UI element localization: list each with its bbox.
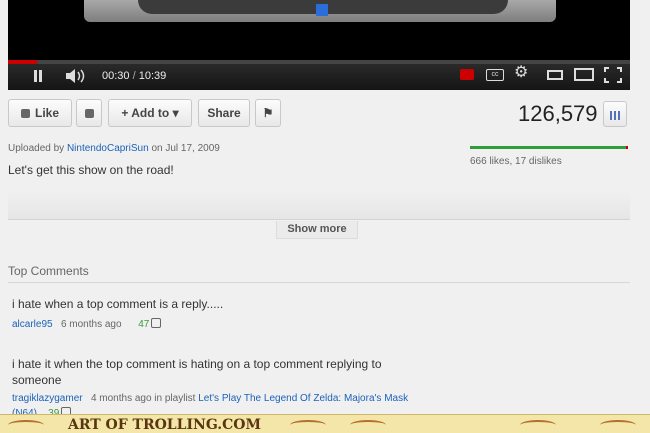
likes-ratio-bar (470, 146, 628, 149)
video-description: Let's get this show on the road! (8, 163, 174, 177)
current-time: 00:30 (102, 70, 130, 82)
ornament-icon (8, 420, 44, 430)
ornament-icon (520, 420, 556, 430)
pause-icon[interactable] (32, 70, 44, 82)
thumbs-up-icon (20, 109, 30, 118)
comment-time: 6 months ago (60, 319, 122, 330)
duration: 10:39 (138, 70, 167, 82)
share-button[interactable]: Share (198, 99, 250, 127)
gear-icon[interactable]: ⚙ (514, 65, 528, 81)
upload-date: Jul 17, 2009 (165, 143, 220, 154)
uploader-link[interactable]: NintendoCapriSun (67, 143, 149, 154)
comment-text: i hate it when the top comment is hating… (12, 357, 382, 387)
flag-button[interactable]: ⚑ (255, 99, 281, 127)
bar-chart-icon (610, 111, 622, 120)
add-to-button[interactable]: + Add to ▾ (108, 99, 192, 127)
player-controls: 00:30 / 10:39 cc ⚙ (8, 60, 630, 90)
volume-icon[interactable] (66, 69, 90, 83)
time-separator: / (132, 70, 136, 82)
comment-meta: alcarle95 6 months ago 47 (12, 318, 162, 330)
cc-icon[interactable]: cc (486, 69, 504, 81)
comment-votes: 47 (138, 319, 150, 330)
view-count: 126,579 (518, 101, 598, 126)
comment-time: 4 months ago in playlist (90, 393, 196, 404)
share-label: Share (207, 106, 241, 120)
progress-fill (8, 60, 38, 64)
ornament-icon (600, 420, 636, 430)
comment-author[interactable]: alcarle95 (12, 319, 53, 330)
video-frame[interactable] (8, 0, 630, 60)
comment-text: i hate when a top comment is a reply....… (12, 297, 224, 311)
dislikes-portion (626, 146, 628, 149)
watermark-footer: ART OF TROLLING.COM (0, 414, 650, 433)
annotations-icon[interactable] (460, 69, 474, 80)
date-prefix: on (151, 143, 163, 154)
comments-divider (8, 282, 630, 283)
like-button[interactable]: Like (8, 99, 72, 127)
watermark-text: ART OF TROLLING.COM (68, 417, 261, 433)
comment-meta: tragiklazygamer 4 months ago in playlist… (12, 393, 408, 404)
comment-author[interactable]: tragiklazygamer (12, 393, 83, 404)
dislike-button[interactable] (76, 99, 102, 127)
video-marker (316, 4, 328, 16)
small-player-icon[interactable] (547, 70, 563, 80)
show-more-button[interactable]: Show more (276, 221, 358, 239)
video-player[interactable]: 00:30 / 10:39 cc ⚙ (0, 0, 650, 90)
like-label: Like (34, 106, 59, 120)
large-player-icon[interactable] (574, 68, 594, 81)
stats-button[interactable] (603, 101, 627, 127)
playlist-link[interactable]: Let's Play The Legend Of Zelda: Majora's… (198, 393, 408, 404)
chevron-down-icon: ▾ (172, 106, 179, 120)
fullscreen-icon[interactable] (604, 67, 622, 83)
upload-prefix: Uploaded by (8, 143, 65, 154)
ornament-icon (290, 420, 326, 430)
thumbs-up-icon[interactable] (151, 318, 162, 328)
progress-bar[interactable] (8, 60, 630, 64)
comments-heading: Top Comments (8, 264, 89, 278)
time-display: 00:30 / 10:39 (102, 70, 166, 82)
ornament-icon (350, 420, 386, 430)
add-to-label: + Add to (121, 106, 170, 120)
upload-info: Uploaded by NintendoCapriSun on Jul 17, … (8, 143, 220, 154)
flag-icon: ⚑ (262, 106, 274, 120)
description-fade (8, 190, 630, 220)
thumbs-down-icon (84, 109, 94, 118)
likes-summary: 666 likes, 17 dislikes (470, 156, 562, 167)
